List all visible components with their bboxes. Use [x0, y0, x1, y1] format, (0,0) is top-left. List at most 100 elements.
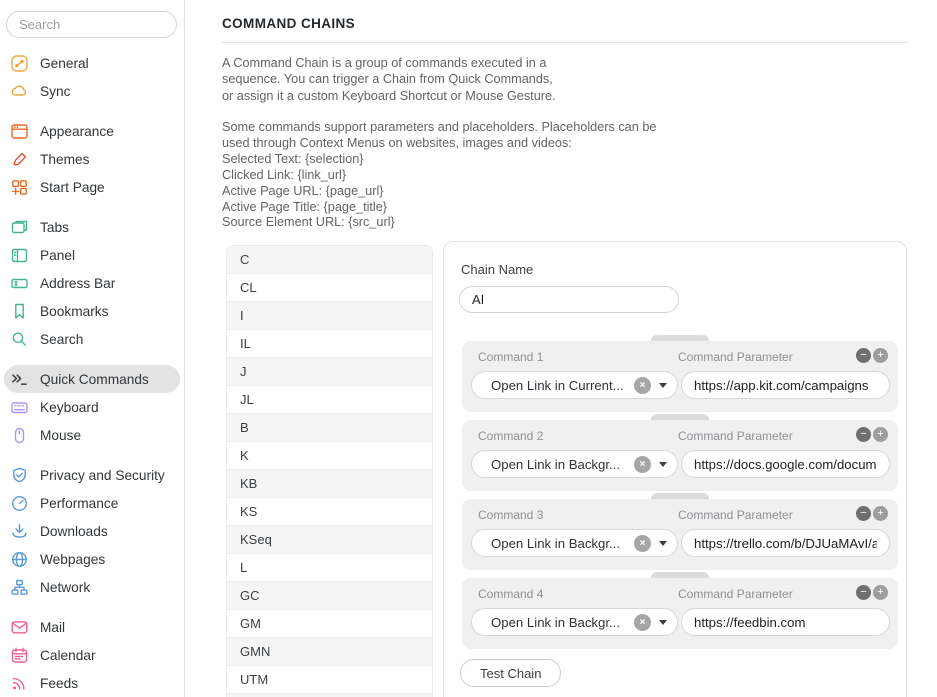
- clear-command-icon[interactable]: [634, 377, 651, 394]
- sidebar-item-bookmarks[interactable]: Bookmarks: [4, 297, 180, 325]
- sidebar-item-label: Keyboard: [40, 400, 99, 415]
- add-command-button[interactable]: [873, 348, 888, 363]
- address-bar-icon: [10, 274, 29, 293]
- sidebar-item-sync[interactable]: Sync: [4, 77, 180, 105]
- chain-editor-card: Chain Name Command 1 Command Parameter O…: [443, 241, 907, 697]
- sidebar-item-label: Tabs: [40, 220, 69, 235]
- chain-list-item[interactable]: J: [227, 358, 432, 386]
- chain-list-item[interactable]: UTM: [227, 666, 432, 694]
- sidebar-item-start-page[interactable]: Start Page: [4, 173, 180, 201]
- command-parameter-input[interactable]: [681, 608, 890, 636]
- sidebar-item-label: Calendar: [40, 648, 96, 663]
- appearance-icon: [10, 122, 29, 141]
- command-parameter-input[interactable]: [681, 529, 890, 557]
- chain-list-item[interactable]: I: [227, 302, 432, 330]
- sidebar-item-tabs[interactable]: Tabs: [4, 213, 180, 241]
- sidebar-item-address-bar[interactable]: Address Bar: [4, 269, 180, 297]
- chain-list-item[interactable]: K: [227, 442, 432, 470]
- sidebar-group-mail: Mail Calendar Feeds: [0, 613, 184, 697]
- sidebar-item-panel[interactable]: Panel: [4, 241, 180, 269]
- sidebar-item-privacy[interactable]: Privacy and Security: [4, 461, 180, 489]
- chain-list-item[interactable]: CL: [227, 274, 432, 302]
- search-input[interactable]: [6, 11, 177, 38]
- chain-list-item[interactable]: C: [227, 246, 432, 274]
- chain-list-item[interactable]: GM: [227, 610, 432, 638]
- command-select[interactable]: Open Link in Backgr...: [471, 529, 678, 557]
- sidebar-item-performance[interactable]: Performance: [4, 489, 180, 517]
- sidebar-item-label: Downloads: [40, 524, 108, 539]
- command-parameter-label: Command Parameter: [678, 350, 793, 364]
- bookmarks-icon: [10, 302, 29, 321]
- sidebar-item-label: Privacy and Security: [40, 468, 165, 483]
- sidebar-item-label: Mouse: [40, 428, 81, 443]
- command-label: Command 2: [478, 429, 543, 443]
- sidebar-item-calendar[interactable]: Calendar: [4, 641, 180, 669]
- clear-command-icon[interactable]: [634, 614, 651, 631]
- add-command-button[interactable]: [873, 427, 888, 442]
- sidebar-item-mouse[interactable]: Mouse: [4, 421, 180, 449]
- sidebar-item-webpages[interactable]: Webpages: [4, 545, 180, 573]
- chain-name-input[interactable]: [459, 286, 679, 313]
- sidebar-item-label: Network: [40, 580, 90, 595]
- sidebar-item-network[interactable]: Network: [4, 573, 180, 601]
- clear-command-icon[interactable]: [634, 456, 651, 473]
- settings-sidebar: General Sync Appearance Themes: [0, 0, 185, 697]
- sidebar-item-search[interactable]: Search: [4, 325, 180, 353]
- command-parameter-input[interactable]: [681, 371, 890, 399]
- sidebar-item-appearance[interactable]: Appearance: [4, 117, 180, 145]
- test-chain-button[interactable]: Test Chain: [460, 659, 561, 687]
- sidebar-item-label: Address Bar: [40, 276, 115, 291]
- chain-list-item[interactable]: IL: [227, 330, 432, 358]
- command-parameter-input[interactable]: [681, 450, 890, 478]
- command-card-1: Command 1 Command Parameter Open Link in…: [462, 341, 898, 412]
- sidebar-item-label: Quick Commands: [40, 372, 149, 387]
- sidebar-item-general[interactable]: General: [4, 49, 180, 77]
- chain-list-item[interactable]: GMN: [227, 638, 432, 666]
- chevron-down-icon: [659, 620, 667, 625]
- command-select[interactable]: Open Link in Backgr...: [471, 608, 678, 636]
- sidebar-item-label: Performance: [40, 496, 118, 511]
- chain-list-item[interactable]: KSeq: [227, 526, 432, 554]
- command-parameter-label: Command Parameter: [678, 429, 793, 443]
- clear-command-icon[interactable]: [634, 535, 651, 552]
- chain-list: C CL I IL J JL B K KB KS KSeq L GC GM GM…: [226, 245, 433, 697]
- chain-list-item[interactable]: B: [227, 414, 432, 442]
- sidebar-item-mail[interactable]: Mail: [4, 613, 180, 641]
- sidebar-group-appearance: Appearance Themes Start Page: [0, 117, 184, 201]
- chain-list-item[interactable]: L: [227, 554, 432, 582]
- command-select[interactable]: Open Link in Current...: [471, 371, 678, 399]
- remove-command-button[interactable]: [856, 585, 871, 600]
- sidebar-item-label: Search: [40, 332, 83, 347]
- command-select[interactable]: Open Link in Backgr...: [471, 450, 678, 478]
- sidebar-item-label: Themes: [40, 152, 89, 167]
- remove-command-button[interactable]: [856, 427, 871, 442]
- chain-list-item[interactable]: KB: [227, 470, 432, 498]
- chevron-down-icon: [659, 541, 667, 546]
- add-command-button[interactable]: [873, 585, 888, 600]
- chain-list-item[interactable]: KS: [227, 498, 432, 526]
- placeholders-note: Some commands support parameters and pla…: [222, 120, 656, 231]
- general-icon: [10, 54, 29, 73]
- remove-command-button[interactable]: [856, 506, 871, 521]
- sidebar-item-themes[interactable]: Themes: [4, 145, 180, 173]
- sidebar-item-label: General: [40, 56, 89, 71]
- chain-list-item[interactable]: GC: [227, 582, 432, 610]
- remove-command-button[interactable]: [856, 348, 871, 363]
- calendar-icon: [10, 646, 29, 665]
- sidebar-item-downloads[interactable]: Downloads: [4, 517, 180, 545]
- chain-list-item[interactable]: JL: [227, 386, 432, 414]
- envelope-icon: [10, 618, 29, 637]
- sidebar-item-quick-commands[interactable]: Quick Commands: [4, 365, 180, 393]
- chain-name-label: Chain Name: [461, 262, 533, 277]
- command-select-value: Open Link in Backgr...: [491, 457, 634, 472]
- sidebar-item-keyboard[interactable]: Keyboard: [4, 393, 180, 421]
- sidebar-item-label: Feeds: [40, 676, 78, 691]
- command-card-3: Command 3 Command Parameter Open Link in…: [462, 499, 898, 570]
- command-card-2: Command 2 Command Parameter Open Link in…: [462, 420, 898, 491]
- command-select-value: Open Link in Current...: [491, 378, 634, 393]
- mouse-icon: [10, 426, 29, 445]
- command-parameter-label: Command Parameter: [678, 587, 793, 601]
- page-title: COMMAND CHAINS: [222, 16, 355, 31]
- add-command-button[interactable]: [873, 506, 888, 521]
- sidebar-item-feeds[interactable]: Feeds: [4, 669, 180, 697]
